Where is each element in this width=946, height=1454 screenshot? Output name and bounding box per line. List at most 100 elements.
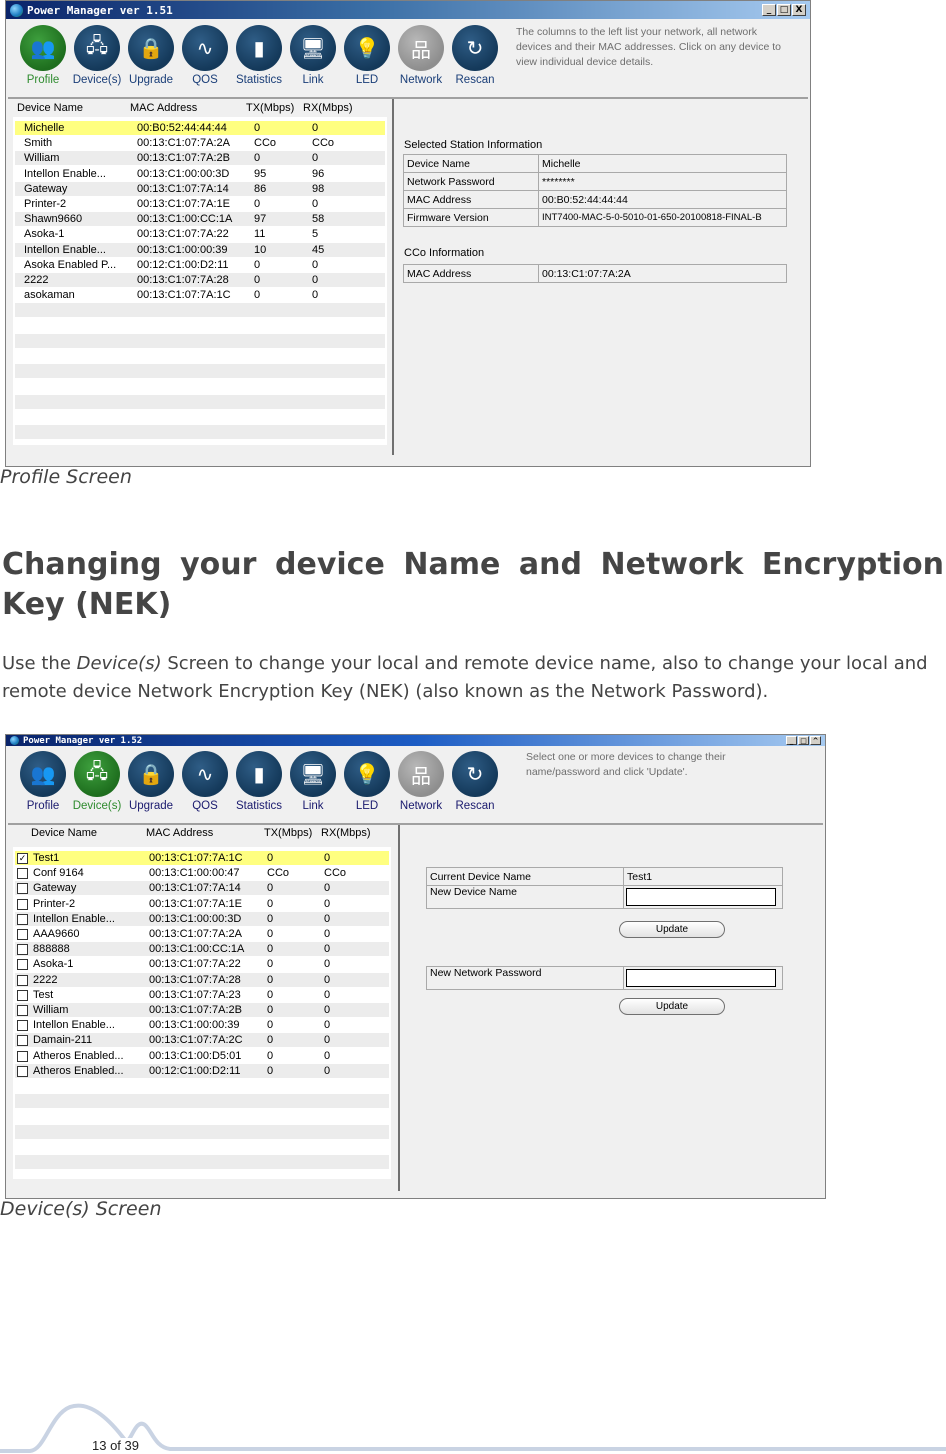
row-checkbox[interactable] xyxy=(17,1050,28,1062)
table-row[interactable]: ✓ Test1 00:13:C1:07:7A:1C 0 0 xyxy=(15,851,389,865)
table-row[interactable]: Intellon Enable... 00:13:C1:00:00:3D 0 0 xyxy=(15,911,389,926)
row-checkbox[interactable] xyxy=(17,1035,28,1047)
table-row[interactable] xyxy=(15,364,385,379)
toolbar-button-devices[interactable]: 🖧 Device(s) xyxy=(70,25,124,86)
table-row[interactable] xyxy=(15,1109,389,1123)
table-row[interactable] xyxy=(15,1155,389,1169)
table-row[interactable]: Shawn9660 00:13:C1:00:CC:1A 97 58 xyxy=(15,212,385,227)
pane-divider[interactable] xyxy=(392,99,394,455)
table-row[interactable]: Smith 00:13:C1:07:7A:2A CCo CCo xyxy=(15,136,385,150)
toolbar-button-qos[interactable]: ∿ QOS xyxy=(178,25,232,86)
table-row[interactable]: Asoka Enabled P... 00:12:C1:00:D2:11 0 0 xyxy=(15,258,385,272)
row-checkbox[interactable] xyxy=(17,913,28,925)
table-row[interactable]: Printer-2 00:13:C1:07:7A:1E 0 0 xyxy=(15,897,389,911)
table-row[interactable]: Atheros Enabled... 00:13:C1:00:D5:01 0 0 xyxy=(15,1049,389,1063)
table-row[interactable] xyxy=(15,319,385,333)
table-row[interactable]: 888888 00:13:C1:00:CC:1A 0 0 xyxy=(15,942,389,957)
row-checkbox[interactable] xyxy=(17,974,28,986)
minimize-button[interactable]: _ xyxy=(762,4,776,16)
table-row[interactable]: AAA9660 00:13:C1:07:7A:2A 0 0 xyxy=(15,927,389,941)
table-row[interactable]: Michelle 00:B0:52:44:44:44 0 0 xyxy=(15,121,385,135)
table-row[interactable] xyxy=(15,333,385,348)
table-row[interactable] xyxy=(15,1140,389,1154)
toolbar-button-upgrade[interactable]: 🔒 Upgrade xyxy=(124,751,178,812)
table-row[interactable]: 2222 00:13:C1:07:7A:28 0 0 xyxy=(15,273,385,287)
pane-divider[interactable] xyxy=(398,825,400,1191)
row-checkbox[interactable] xyxy=(17,868,28,880)
toolbar-button-upgrade[interactable]: 🔒 Upgrade xyxy=(124,25,178,86)
close-button[interactable]: X xyxy=(792,4,806,16)
table-row[interactable]: 2222 00:13:C1:07:7A:28 0 0 xyxy=(15,972,389,987)
new-device-name-input[interactable] xyxy=(626,888,776,906)
toolbar-button-devices[interactable]: 🖧 Device(s) xyxy=(70,751,124,812)
table-row[interactable] xyxy=(15,1094,389,1109)
row-checkbox[interactable]: ✓ xyxy=(17,853,28,864)
table-row[interactable] xyxy=(15,394,385,409)
column-header-tx[interactable]: TX(Mbps) xyxy=(264,827,312,839)
row-checkbox[interactable] xyxy=(17,1065,28,1077)
column-header-mac-address[interactable]: MAC Address xyxy=(146,827,213,839)
table-row[interactable] xyxy=(15,1079,389,1093)
table-row[interactable]: Intellon Enable... 00:13:C1:00:00:3D 95 96 xyxy=(15,167,385,181)
table-row[interactable] xyxy=(15,410,385,424)
close-button[interactable]: ^ xyxy=(810,736,821,745)
table-row[interactable]: asokaman 00:13:C1:07:7A:1C 0 0 xyxy=(15,288,385,302)
toolbar-button-network[interactable]: 品 Network xyxy=(394,25,448,86)
device-list[interactable]: ✓ Test1 00:13:C1:07:7A:1C 0 0 Conf 9164 00:13:… xyxy=(13,847,391,1179)
table-row[interactable]: Asoka-1 00:13:C1:07:7A:22 11 5 xyxy=(15,227,385,241)
table-row[interactable]: Test 00:13:C1:07:7A:23 0 0 xyxy=(15,988,389,1002)
toolbar-button-link[interactable]: 🖥 Link xyxy=(286,751,340,812)
toolbar-button-statistics[interactable]: ▮ Statistics xyxy=(232,25,286,86)
row-checkbox[interactable] xyxy=(17,989,28,1001)
column-header-rx[interactable]: RX(Mbps) xyxy=(321,827,371,839)
toolbar-button-qos[interactable]: ∿ QOS xyxy=(178,751,232,812)
table-row[interactable] xyxy=(15,349,385,363)
table-row[interactable] xyxy=(15,440,385,454)
toolbar-button-led[interactable]: 💡 LED xyxy=(340,25,394,86)
table-row[interactable] xyxy=(15,1170,389,1184)
table-row[interactable] xyxy=(15,379,385,393)
row-checkbox[interactable] xyxy=(17,959,28,971)
column-header-device-name[interactable]: Device Name xyxy=(31,827,97,839)
row-checkbox[interactable] xyxy=(17,929,28,940)
toolbar-button-led[interactable]: 💡 LED xyxy=(340,751,394,812)
column-header-device-name[interactable]: Device Name xyxy=(17,102,83,114)
table-row[interactable]: William 00:13:C1:07:7A:2B 0 0 xyxy=(15,1003,389,1017)
table-row[interactable] xyxy=(15,425,385,439)
toolbar-button-network[interactable]: 品 Network xyxy=(394,751,448,812)
table-row[interactable]: Gateway 00:13:C1:07:7A:14 86 98 xyxy=(15,181,385,196)
maximize-button[interactable]: □ xyxy=(777,4,791,16)
table-row[interactable]: Asoka-1 00:13:C1:07:7A:22 0 0 xyxy=(15,957,389,971)
toolbar-button-statistics[interactable]: ▮ Statistics xyxy=(232,751,286,812)
update-password-button[interactable]: Update xyxy=(619,998,725,1015)
toolbar-button-rescan[interactable]: ↻ Rescan xyxy=(448,751,502,812)
row-checkbox[interactable] xyxy=(17,944,28,956)
table-row[interactable]: Conf 9164 00:13:C1:00:00:47 CCo CCo xyxy=(15,866,389,880)
table-row[interactable]: Intellon Enable... 00:13:C1:00:00:39 0 0 xyxy=(15,1018,389,1032)
row-checkbox[interactable] xyxy=(17,1005,28,1016)
toolbar-button-profile[interactable]: 👥 Profile xyxy=(16,751,70,812)
column-header-rx[interactable]: RX(Mbps) xyxy=(303,102,353,114)
column-header-tx[interactable]: TX(Mbps) xyxy=(246,102,294,114)
column-header-mac-address[interactable]: MAC Address xyxy=(130,102,197,114)
table-row[interactable] xyxy=(15,1124,389,1139)
table-row[interactable]: Damain-211 00:13:C1:07:7A:2C 0 0 xyxy=(15,1033,389,1048)
new-network-password-input[interactable] xyxy=(626,969,776,987)
table-row[interactable]: Printer-2 00:13:C1:07:7A:1E 0 0 xyxy=(15,197,385,211)
table-row[interactable] xyxy=(15,303,385,318)
table-row[interactable]: Atheros Enabled... 00:12:C1:00:D2:11 0 0 xyxy=(15,1063,389,1078)
row-checkbox[interactable] xyxy=(17,883,28,895)
toolbar: 👥 Profile 🖧 Device(s) 🔒 Upgrade ∿ QOS ▮ Statistic… xyxy=(16,751,502,812)
table-row[interactable]: William 00:13:C1:07:7A:2B 0 0 xyxy=(15,151,385,166)
table-row[interactable]: Intellon Enable... 00:13:C1:00:00:39 10 45 xyxy=(15,242,385,257)
toolbar-button-profile[interactable]: 👥 Profile xyxy=(16,25,70,86)
row-checkbox[interactable] xyxy=(17,898,28,910)
toolbar-button-rescan[interactable]: ↻ Rescan xyxy=(448,25,502,86)
device-list[interactable]: Michelle 00:B0:52:44:44:44 0 0 Smith 00:13:C1… xyxy=(13,117,387,445)
toolbar-button-link[interactable]: 🖥 Link xyxy=(286,25,340,86)
update-name-button[interactable]: Update xyxy=(619,921,725,938)
table-row[interactable]: Gateway 00:13:C1:07:7A:14 0 0 xyxy=(15,881,389,896)
maximize-button[interactable]: □ xyxy=(798,736,809,745)
minimize-button[interactable]: _ xyxy=(786,736,797,745)
row-checkbox[interactable] xyxy=(17,1020,28,1032)
